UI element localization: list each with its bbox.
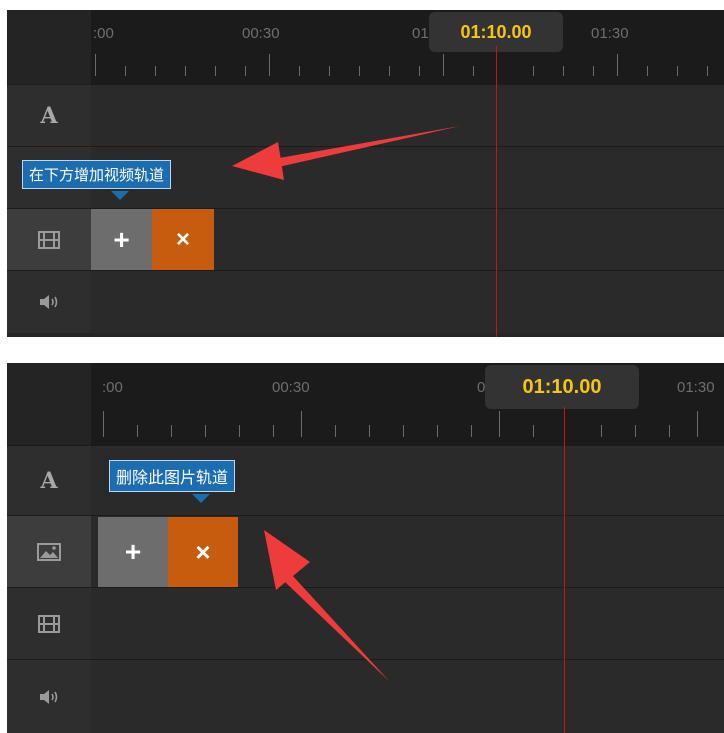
- track-header[interactable]: A: [7, 85, 91, 147]
- playhead-line[interactable]: [564, 407, 565, 733]
- track-audio[interactable]: [7, 270, 724, 333]
- ruler-corner: [7, 10, 91, 84]
- track-header[interactable]: [7, 516, 91, 588]
- text-track-icon: A: [40, 468, 58, 494]
- time-ruler[interactable]: :00 00:30 01: 01:30 01:10.00: [7, 10, 724, 84]
- image-icon: [37, 543, 61, 561]
- delete-track-button[interactable]: ×: [168, 517, 238, 587]
- tick-label: 00:30: [272, 379, 310, 396]
- track-audio[interactable]: [7, 659, 724, 733]
- delete-track-button[interactable]: ×: [152, 209, 214, 270]
- track-header[interactable]: [7, 209, 91, 271]
- tick-label: :00: [102, 379, 123, 396]
- add-track-button[interactable]: +: [98, 517, 168, 587]
- tick-label: 01:30: [677, 379, 715, 396]
- speaker-icon: [40, 690, 58, 704]
- tooltip-delete-image-track: 删除此图片轨道: [109, 460, 236, 492]
- timeline-panel-top: :00 00:30 01: 01:30 01:10.00 A + × 在下方增加…: [7, 10, 724, 337]
- film-icon: [38, 231, 60, 249]
- text-track-icon: A: [40, 103, 58, 129]
- tick-label: :00: [93, 25, 114, 42]
- tick-label: 00:30: [242, 25, 280, 42]
- add-track-button[interactable]: +: [91, 209, 152, 270]
- track-video[interactable]: [7, 587, 724, 660]
- track-header[interactable]: [7, 271, 91, 333]
- film-icon: [38, 615, 60, 633]
- tooltip-add-video-track: 在下方增加视频轨道: [22, 160, 172, 189]
- playhead-line[interactable]: [496, 46, 497, 337]
- time-ruler[interactable]: :00 00:30 01: 01:30 01:10.00: [7, 363, 724, 445]
- tooltip-tail: [111, 191, 129, 200]
- track-header[interactable]: A: [7, 446, 91, 516]
- speaker-icon: [40, 295, 58, 309]
- track-header[interactable]: [7, 660, 91, 733]
- ruler-corner: [7, 363, 91, 445]
- track-header[interactable]: [7, 588, 91, 660]
- tooltip-tail: [192, 494, 210, 503]
- track-text[interactable]: A: [7, 84, 724, 147]
- timeline-panel-bottom: :00 00:30 01: 01:30 01:10.00 A: [7, 363, 724, 733]
- tick-label: 01:30: [591, 25, 629, 42]
- current-time-badge: 01:10.00: [485, 365, 639, 409]
